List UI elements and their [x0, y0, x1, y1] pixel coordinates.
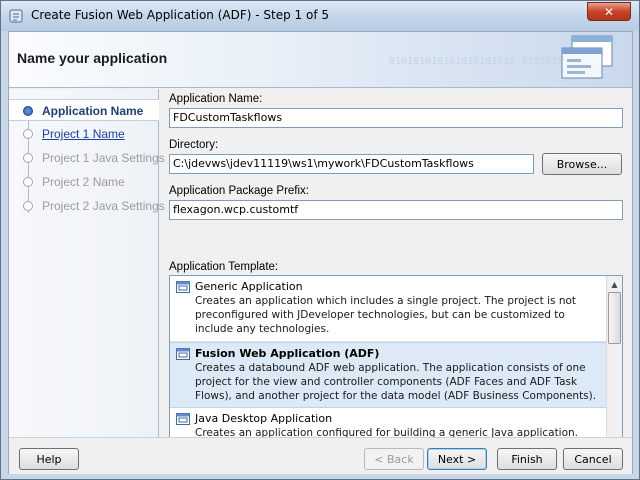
close-icon: ✕ — [603, 4, 615, 19]
step-project-2-java-settings: Project 2 Java Settings — [9, 195, 165, 217]
application-name-label: Application Name: — [169, 93, 263, 105]
directory-input[interactable]: C:\jdevws\jdev11119\ws1\mywork\FDCustomT… — [169, 154, 534, 174]
step-icon — [23, 177, 33, 187]
header-banner: Name your application 010101010101010101… — [9, 32, 632, 88]
scrollbar-thumb[interactable] — [608, 292, 621, 344]
step-project-2-name: Project 2 Name — [9, 171, 159, 193]
step-label: Project 2 Java Settings — [42, 199, 165, 213]
wizard-steps-nav: Application Name Project 1 Name Project … — [9, 89, 165, 437]
page-title: Name your application — [17, 50, 168, 66]
package-prefix-label: Application Package Prefix: — [169, 185, 309, 197]
template-generic-application[interactable]: Generic Application Creates an applicati… — [170, 276, 606, 342]
step-label: Project 1 Name — [42, 127, 125, 141]
application-form: Application Name: FDCustomTaskflows Dire… — [169, 89, 624, 467]
step-label: Application Name — [42, 104, 144, 118]
window-title: Create Fusion Web Application (ADF) - St… — [31, 8, 330, 22]
binary-watermark: 010101010101010101010 01010101 — [389, 56, 570, 67]
finish-button[interactable]: Finish — [497, 448, 557, 470]
step-label: Project 1 Java Settings — [42, 151, 165, 165]
template-title: Java Desktop Application — [195, 412, 333, 425]
step-icon — [23, 129, 33, 139]
wizard-window: Create Fusion Web Application (ADF) - St… — [0, 0, 640, 480]
application-icon — [176, 413, 190, 425]
directory-label: Directory: — [169, 139, 219, 151]
template-title: Generic Application — [195, 280, 303, 293]
cancel-button[interactable]: Cancel — [563, 448, 623, 470]
title-bar[interactable]: Create Fusion Web Application (ADF) - St… — [1, 1, 639, 31]
template-fusion-web-application[interactable]: Fusion Web Application (ADF) Creates a d… — [170, 342, 606, 408]
template-title: Fusion Web Application (ADF) — [195, 347, 380, 360]
wizard-footer: Help < Back Next > Finish Cancel — [9, 437, 632, 474]
jdeveloper-app-icon — [9, 9, 23, 23]
application-icon — [176, 281, 190, 293]
step-application-name[interactable]: Application Name — [9, 99, 159, 121]
step-project-1-name[interactable]: Project 1 Name — [9, 123, 159, 145]
wizard-client-area: Name your application 010101010101010101… — [8, 31, 633, 474]
next-button[interactable]: Next > — [427, 448, 487, 470]
step-label: Project 2 Name — [42, 175, 125, 189]
application-template-label: Application Template: — [169, 261, 279, 273]
package-prefix-input[interactable]: flexagon.wcp.customtf — [169, 200, 623, 220]
step-icon — [23, 153, 33, 163]
application-name-input[interactable]: FDCustomTaskflows — [169, 108, 623, 128]
step-project-1-java-settings: Project 1 Java Settings — [9, 147, 165, 169]
template-description: Creates an application which includes a … — [195, 295, 577, 335]
wizard-windows-icon — [561, 35, 613, 79]
step-icon — [23, 201, 33, 211]
browse-button[interactable]: Browse... — [542, 153, 622, 175]
close-button[interactable]: ✕ — [587, 2, 631, 21]
current-step-icon — [23, 106, 33, 116]
template-description: Creates a databound ADF web application.… — [195, 362, 597, 402]
back-button: < Back — [364, 448, 424, 470]
scroll-up-icon[interactable]: ▲ — [607, 276, 622, 292]
application-icon — [176, 348, 190, 360]
help-button[interactable]: Help — [19, 448, 79, 470]
